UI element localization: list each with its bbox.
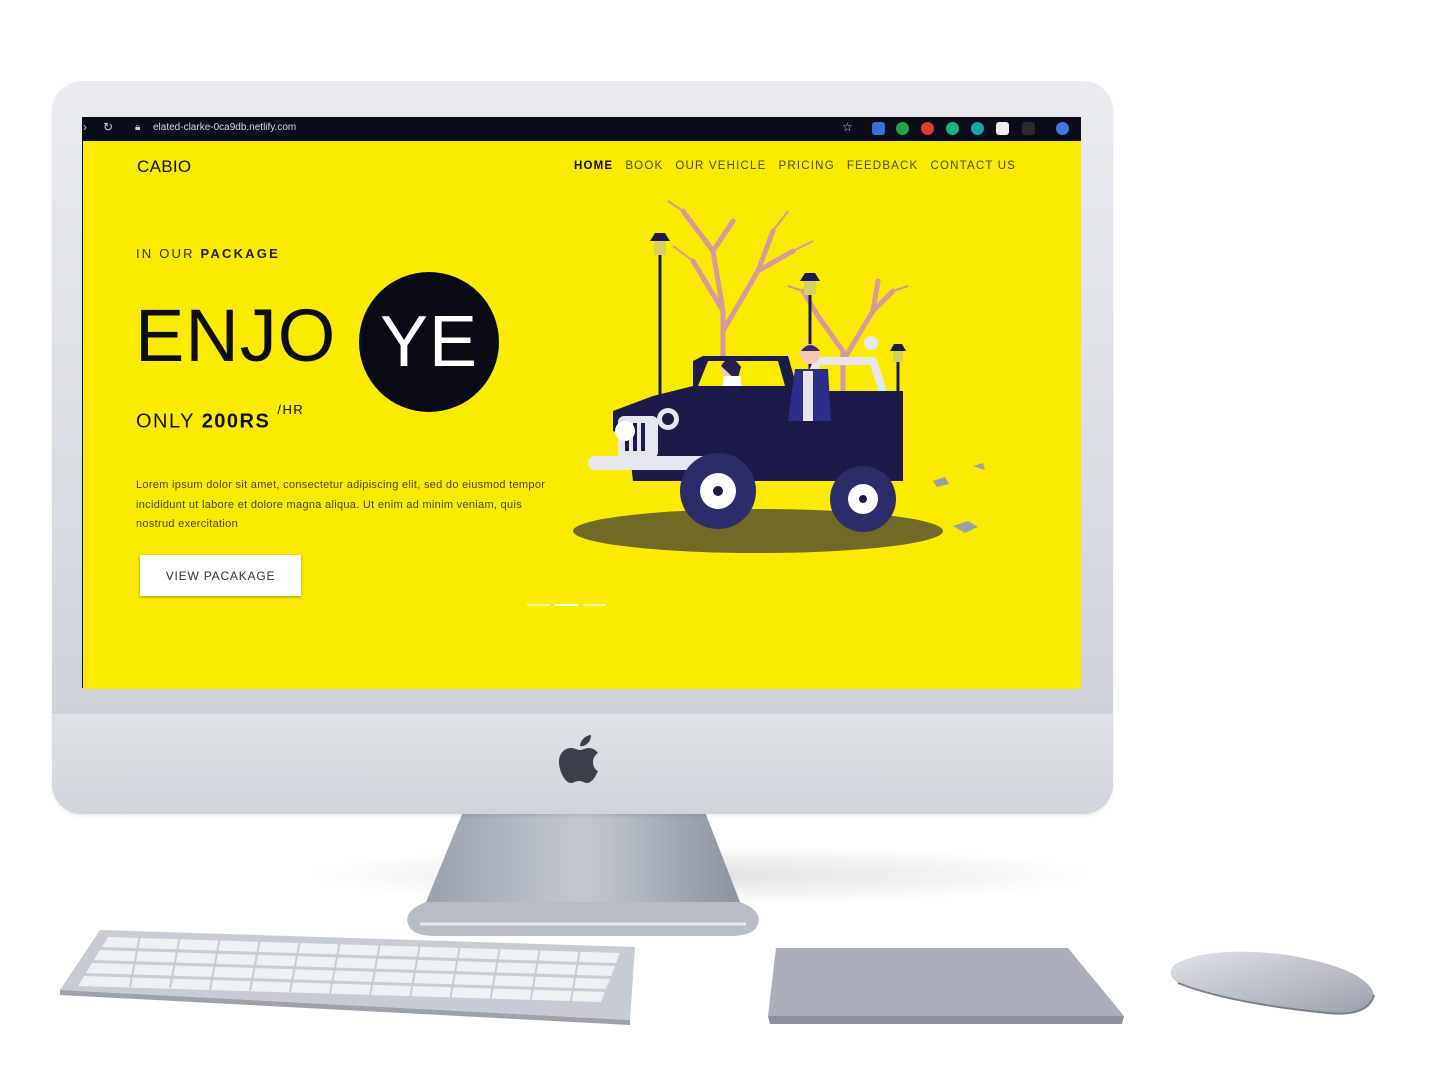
view-package-button[interactable]: VIEW PACAKAGE <box>140 555 301 596</box>
forward-icon[interactable]: › <box>83 120 87 134</box>
grammarly-icon[interactable] <box>946 122 959 135</box>
extension-icon[interactable] <box>996 122 1009 135</box>
extension-icon[interactable] <box>921 122 934 135</box>
slider-indicator <box>527 604 606 606</box>
price-unit: /HR <box>277 402 305 417</box>
nav-contact-us[interactable]: CONTACT US <box>930 160 1016 172</box>
nav-home[interactable]: HOME <box>574 160 613 172</box>
translate-icon[interactable] <box>872 122 885 135</box>
slide-dot[interactable] <box>583 604 606 606</box>
main-nav: HOME BOOK OUR VEHICLE PRICING FEEDBACK C… <box>574 160 1028 172</box>
landing-page: CABIO HOME BOOK OUR VEHICLE PRICING FEED… <box>83 141 1081 689</box>
browser-toolbar: › ↻ 🔒︎ elated-clarke-0ca9db.netlify.com … <box>83 117 1081 141</box>
slide-dot[interactable] <box>527 604 550 606</box>
headline-circle: YE <box>359 272 499 412</box>
browser-window: › ↻ 🔒︎ elated-clarke-0ca9db.netlify.com … <box>83 117 1081 689</box>
apple-logo-icon <box>559 735 598 783</box>
profile-icon[interactable] <box>1056 122 1069 135</box>
hero-price: ONLY 200RS /HR <box>136 402 304 434</box>
extension-icon[interactable] <box>971 122 984 135</box>
eyebrow-prefix: IN OUR <box>136 246 201 261</box>
nav-our-vehicle[interactable]: OUR VEHICLE <box>675 160 766 172</box>
nav-feedback[interactable]: FEEDBACK <box>847 160 919 172</box>
nav-pricing[interactable]: PRICING <box>779 160 835 172</box>
hero-description: Lorem ipsum dolor sit amet, consectetur … <box>136 479 546 530</box>
jeep-illustration <box>573 200 985 553</box>
price-value: 200RS <box>201 410 271 433</box>
hero-headline: ENJO <box>135 294 337 377</box>
eyebrow-strong: PACKAGE <box>200 246 280 261</box>
magic-mouse <box>1170 951 1375 1015</box>
extension-icon[interactable] <box>896 122 909 135</box>
keyboard <box>60 930 635 1025</box>
star-icon[interactable]: ☆ <box>842 120 853 134</box>
hero-eyebrow: IN OUR PACKAGE <box>136 246 280 261</box>
price-prefix: ONLY <box>136 410 202 433</box>
reload-icon[interactable]: ↻ <box>103 120 113 134</box>
imac-stand <box>407 812 759 936</box>
nav-book[interactable]: BOOK <box>625 160 663 172</box>
lock-icon: 🔒︎ <box>135 122 141 133</box>
extension-icon[interactable] <box>1022 122 1035 135</box>
slide-dot-active[interactable] <box>555 604 578 606</box>
address-bar[interactable]: elated-clarke-0ca9db.netlify.com <box>153 122 296 133</box>
brand-logo[interactable]: CABIO <box>137 157 191 177</box>
trackpad <box>768 948 1124 1024</box>
